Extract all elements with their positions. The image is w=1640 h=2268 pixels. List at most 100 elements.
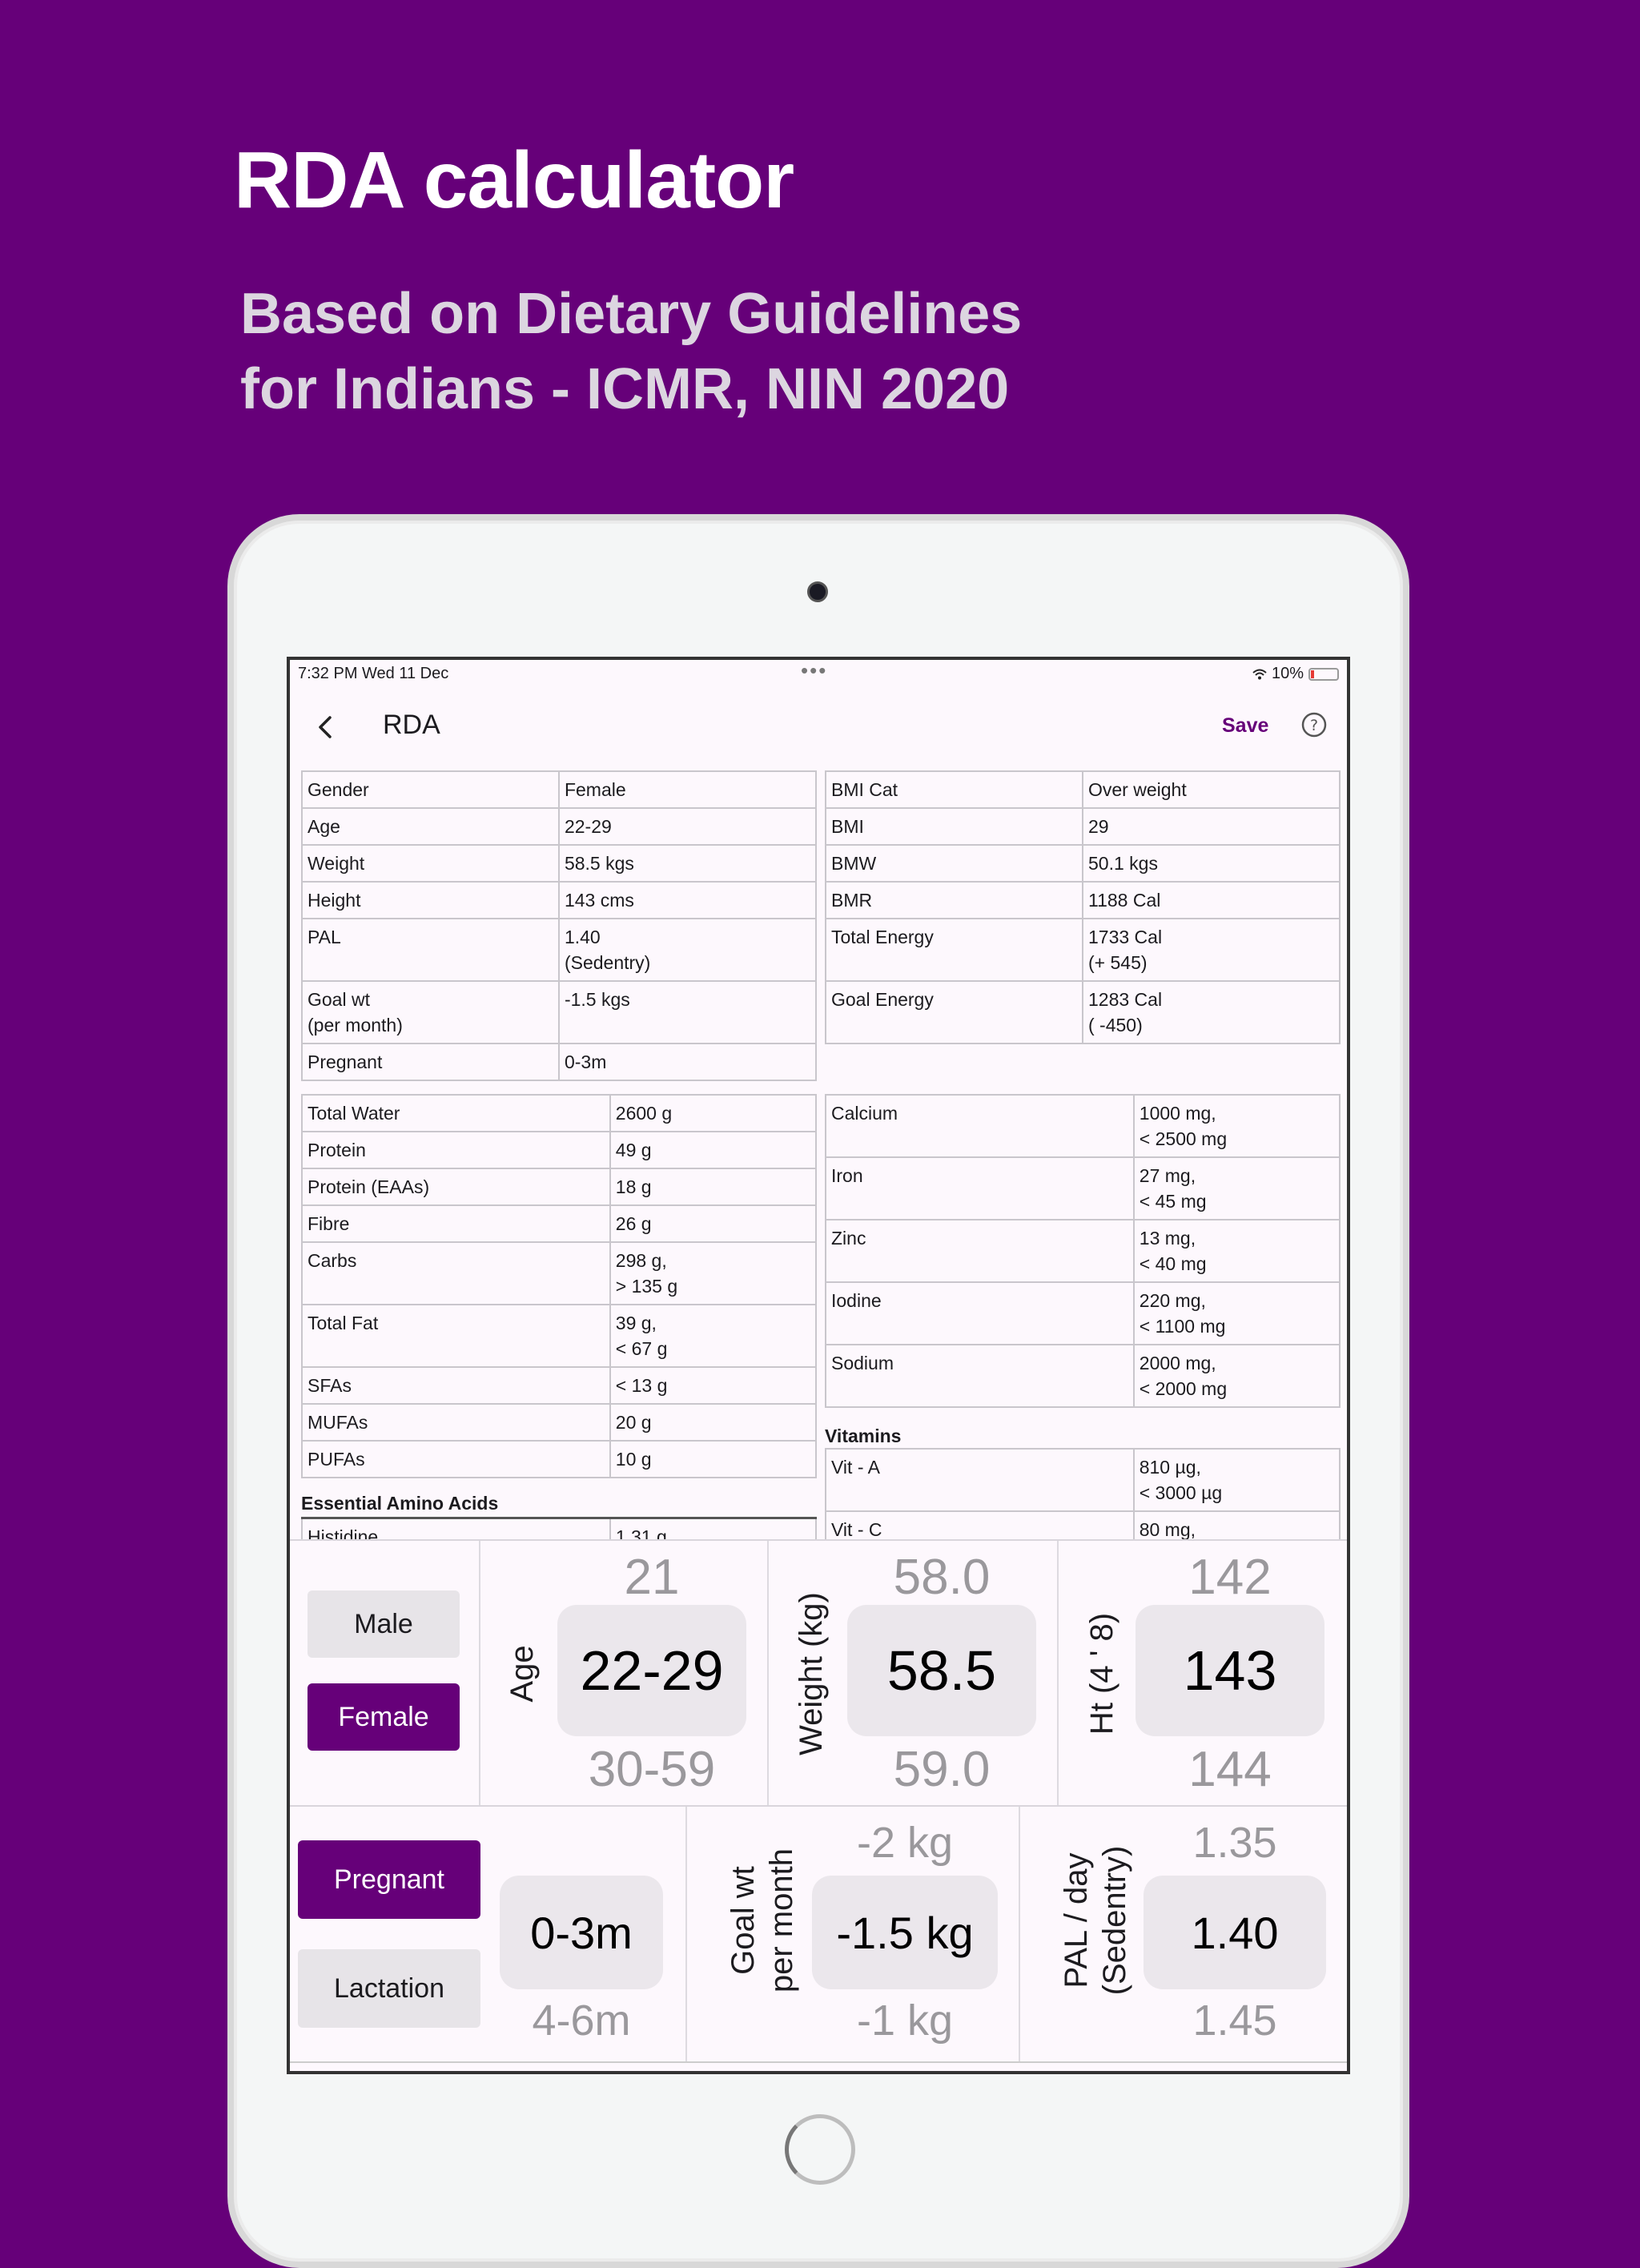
table-row: PAL 1.40 (Sedentry) <box>301 918 818 982</box>
value-line: 2600 g <box>615 1103 673 1124</box>
row-label: Age <box>301 807 560 846</box>
row-value: 39 g, < 67 g <box>609 1304 818 1368</box>
table-row: Pregnant 0-3m <box>301 1043 818 1081</box>
weight-next: 59.0 <box>893 1742 991 1797</box>
home-button[interactable] <box>785 2114 855 2185</box>
value-line: (+ 545) <box>1088 952 1148 973</box>
row-label: Pregnant <box>301 1043 560 1081</box>
table-row: BMI 29 <box>825 807 1341 846</box>
age-wheel[interactable]: 21 22-29 30-59 <box>557 1541 746 1805</box>
row-value: 810 µg, < 3000 µg <box>1132 1448 1341 1512</box>
value-line: 27 mg, <box>1139 1165 1196 1186</box>
row-label: Carbs <box>301 1241 611 1305</box>
table-row: SFAs < 13 g <box>301 1366 818 1405</box>
promo-subline-1: Based on Dietary Guidelines <box>240 282 1023 346</box>
bottom-divider <box>290 2061 1347 2063</box>
goal-label: Goal wt per month <box>724 1800 801 2041</box>
table-row: Calcium 1000 mg, < 2500 mg <box>825 1094 1341 1158</box>
table-row: BMW 50.1 kgs <box>825 844 1341 883</box>
row-value: 10 g <box>609 1440 818 1478</box>
row-value: 0-3m <box>557 1043 818 1081</box>
divider <box>479 1541 480 1805</box>
table-row: BMR 1188 Cal <box>825 881 1341 919</box>
stage-wheel[interactable]: 0-3m 4-6m <box>500 1807 663 2063</box>
stage-next: 4-6m <box>532 1997 631 2045</box>
pal-wheel[interactable]: 1.35 1.40 1.45 <box>1144 1807 1326 2063</box>
table-row: Zinc 13 mg, < 40 mg <box>825 1219 1341 1283</box>
row-label: Zinc <box>825 1219 1135 1283</box>
row-value: 29 <box>1082 807 1341 846</box>
value-line: < 67 g <box>615 1338 668 1359</box>
svg-text:?: ? <box>1310 717 1318 734</box>
value-line: 810 µg, <box>1139 1457 1201 1478</box>
row-label: PUFAs <box>301 1440 611 1478</box>
goal-next: -1 kg <box>856 1997 954 2045</box>
row-value: < 13 g <box>609 1366 818 1405</box>
row-label: Sodium <box>825 1344 1135 1408</box>
value-line: 26 g <box>615 1213 652 1234</box>
table-row: BMI Cat Over weight <box>825 770 1341 809</box>
value-line: ( -450) <box>1088 1015 1143 1035</box>
height-prev: 142 <box>1188 1550 1272 1605</box>
picker-panel-profile: Male Female Age 21 22-29 30-59 Weight (k… <box>290 1539 1347 1805</box>
value-line: < 1100 mg <box>1139 1316 1226 1337</box>
battery-icon <box>1308 667 1339 681</box>
pal-label-line: (Sedentry) <box>1097 1845 1132 1996</box>
pal-current: 1.40 <box>1144 1876 1326 1989</box>
label-line: PAL <box>308 927 341 947</box>
status-right: 10% <box>1252 665 1339 683</box>
pregnant-button[interactable]: Pregnant <box>298 1840 480 1919</box>
row-label: Height <box>301 881 560 919</box>
value-line: 298 g, <box>615 1250 667 1271</box>
table-row: Protein (EAAs) 18 g <box>301 1168 818 1206</box>
help-icon[interactable]: ? <box>1300 711 1328 738</box>
table-row: Iron 27 mg, < 45 mg <box>825 1156 1341 1220</box>
row-label: Calcium <box>825 1094 1135 1158</box>
row-value: 49 g <box>609 1131 818 1169</box>
vitamin-table: Vit - A 810 µg, < 3000 µg Vit - C 80 mg, <box>825 1448 1341 1549</box>
label-line: Goal wt <box>308 989 370 1010</box>
table-row: Total Energy 1733 Cal (+ 545) <box>825 918 1341 982</box>
row-value: 27 mg, < 45 mg <box>1132 1156 1341 1220</box>
value-line: < 40 mg <box>1139 1253 1207 1274</box>
row-label: Total Energy <box>825 918 1083 982</box>
macro-table: Total Water 2600 g Protein 49 g Protein (E… <box>301 1094 818 1478</box>
table-row: Protein 49 g <box>301 1131 818 1169</box>
age-label: Age <box>504 1645 540 1703</box>
value-line: -1.5 kgs <box>564 989 630 1010</box>
save-button[interactable]: Save <box>1222 714 1268 738</box>
height-wheel[interactable]: 142 143 144 <box>1136 1541 1324 1805</box>
value-line: 20 g <box>615 1412 652 1433</box>
row-label: Weight <box>301 844 560 883</box>
row-value: 298 g, > 135 g <box>609 1241 818 1305</box>
height-label: Ht (4 ' 8) <box>1084 1612 1119 1735</box>
table-row: Carbs 298 g, > 135 g <box>301 1241 818 1305</box>
table-row: MUFAs 20 g <box>301 1403 818 1442</box>
row-value: 26 g <box>609 1204 818 1243</box>
row-label: BMI <box>825 807 1083 846</box>
row-label: Goal wt (per month) <box>301 980 560 1044</box>
goal-wheel[interactable]: -2 kg -1.5 kg -1 kg <box>812 1807 998 2063</box>
back-arrow-icon[interactable] <box>311 711 343 743</box>
divider <box>1057 1541 1059 1805</box>
value-line: 1.40 <box>564 927 601 947</box>
divider <box>1019 1807 1020 2063</box>
row-value: Female <box>557 770 818 809</box>
pal-label-line: PAL / day <box>1059 1852 1094 1989</box>
age-prev: 21 <box>624 1550 680 1605</box>
amino-section-title: Essential Amino Acids <box>301 1493 499 1514</box>
value-line: < 45 mg <box>1139 1191 1207 1212</box>
value-line: 10 g <box>615 1449 652 1470</box>
value-line: 49 g <box>615 1140 652 1160</box>
status-time: 7:32 PM Wed 11 Dec <box>298 665 449 682</box>
male-button[interactable]: Male <box>308 1590 460 1658</box>
table-row: Iodine 220 mg, < 1100 mg <box>825 1281 1341 1345</box>
energy-table: BMI Cat Over weight BMI 29 BMW 50.1 kgs BMR… <box>825 770 1341 1044</box>
wifi-icon <box>1252 669 1267 679</box>
row-label: PAL <box>301 918 560 982</box>
female-button[interactable]: Female <box>308 1683 460 1751</box>
value-line: 39 g, <box>615 1313 657 1333</box>
weight-wheel[interactable]: 58.0 58.5 59.0 <box>847 1541 1036 1805</box>
multitask-dots-icon[interactable]: ••• <box>801 660 827 683</box>
lactation-button[interactable]: Lactation <box>298 1949 480 2028</box>
